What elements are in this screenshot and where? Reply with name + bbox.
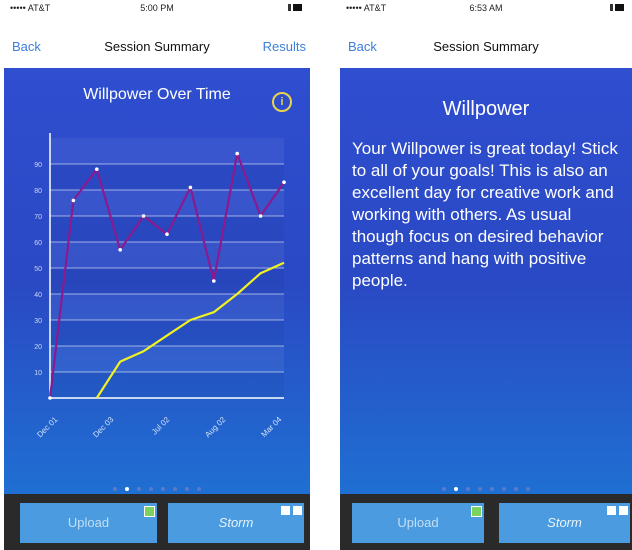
page-dot[interactable] — [514, 487, 518, 491]
chart-band — [50, 190, 284, 216]
data-point — [165, 232, 169, 236]
y-tick-label: 40 — [34, 292, 42, 299]
status-bar: ••••• AT&T 5:00 PM — [4, 0, 310, 16]
page-dot[interactable] — [113, 487, 117, 491]
x-tick-label: Mar 04 — [259, 415, 283, 439]
data-point — [282, 180, 286, 184]
navigation-bar: Back Session Summary — [340, 30, 632, 60]
chart-band — [50, 372, 284, 398]
y-tick-label: 50 — [34, 266, 42, 273]
status-bar: ••••• AT&T 6:53 AM — [340, 0, 632, 16]
x-tick-label: Dec 01 — [35, 415, 60, 440]
storm-button[interactable]: Storm — [168, 503, 304, 543]
data-point — [118, 248, 122, 252]
storm-label: Storm — [218, 515, 254, 530]
x-tick-label: Dec 03 — [91, 415, 116, 440]
storm-status-icon — [281, 506, 290, 515]
chart-band — [50, 268, 284, 294]
upload-status-icon — [471, 506, 482, 517]
page-dot[interactable] — [185, 487, 189, 491]
x-tick-label: Jul 02 — [150, 415, 172, 437]
right-phone-screen: ••••• AT&T 6:53 AM Back Session Summary … — [340, 0, 632, 550]
chart-band — [50, 138, 284, 164]
battery-icon — [610, 4, 624, 11]
battery-icon — [288, 4, 302, 11]
bottom-toolbar: Upload Storm — [340, 494, 632, 550]
upload-label: Upload — [67, 515, 110, 530]
page-dot[interactable] — [161, 487, 165, 491]
page-dot[interactable] — [526, 487, 530, 491]
y-tick-label: 90 — [34, 162, 42, 169]
storm-status-icon — [619, 506, 628, 515]
data-point — [48, 396, 52, 400]
page-dot[interactable] — [149, 487, 153, 491]
page-dot[interactable] — [125, 487, 129, 491]
page-dot[interactable] — [454, 487, 458, 491]
upload-button[interactable]: Upload — [20, 503, 157, 543]
storm-button[interactable]: Storm — [499, 503, 630, 543]
page-dot[interactable] — [490, 487, 494, 491]
willpower-description: Your Willpower is great today! Stick to … — [352, 139, 618, 290]
data-point — [71, 198, 76, 203]
page-dot[interactable] — [442, 487, 446, 491]
chart-band — [50, 346, 284, 372]
upload-label: Upload — [397, 515, 439, 530]
data-point — [212, 279, 216, 283]
page-dot[interactable] — [197, 487, 201, 491]
willpower-heading: Willpower — [442, 98, 530, 120]
y-tick-label: 60 — [34, 240, 42, 247]
data-point — [235, 151, 239, 156]
y-tick-label: 20 — [34, 344, 42, 351]
chart-band — [50, 242, 284, 268]
data-point — [188, 185, 193, 190]
status-time: 6:53 AM — [469, 3, 503, 13]
upload-status-icon — [144, 506, 155, 517]
page-dot[interactable] — [137, 487, 141, 491]
chart-panel[interactable]: 10 20 30 40 50 60 70 80 90 Dec 01 Dec 03 Jul 02 Aug … — [4, 68, 310, 494]
willpower-chart: 10 20 30 40 50 60 70 80 90 Dec 01 Dec 03 Jul 02 Aug … — [34, 133, 286, 440]
left-phone-screen: ••••• AT&T 5:00 PM Back Session Summary … — [4, 0, 310, 550]
storm-label: Storm — [547, 515, 582, 530]
storm-status-icon — [607, 506, 616, 515]
data-point — [141, 214, 146, 218]
data-point — [95, 167, 99, 171]
status-time: 5:00 PM — [140, 3, 174, 13]
data-point — [258, 214, 263, 218]
y-tick-label: 10 — [34, 370, 42, 377]
y-tick-label: 80 — [34, 188, 42, 195]
page-dot[interactable] — [173, 487, 177, 491]
upload-button[interactable]: Upload — [352, 503, 484, 543]
bottom-toolbar: Upload Storm — [4, 494, 310, 550]
info-icon[interactable]: i — [272, 92, 292, 112]
page-dot[interactable] — [502, 487, 506, 491]
chart-band — [50, 216, 284, 242]
chart-title: Willpower Over Time — [83, 86, 231, 103]
chart-band — [50, 320, 284, 346]
results-button[interactable]: Results — [263, 39, 306, 54]
chart-band — [50, 294, 284, 320]
navigation-bar: Back Session Summary Results — [4, 30, 310, 60]
x-tick-label: Aug 02 — [203, 415, 228, 440]
y-tick-label: 30 — [34, 318, 42, 325]
willpower-panel[interactable]: Willpower Your Willpower is great today!… — [340, 68, 632, 494]
page-title: Session Summary — [433, 39, 539, 54]
page-dot[interactable] — [478, 487, 482, 491]
storm-status-icon — [293, 506, 302, 515]
page-dot[interactable] — [466, 487, 470, 491]
y-tick-label: 70 — [34, 214, 42, 221]
